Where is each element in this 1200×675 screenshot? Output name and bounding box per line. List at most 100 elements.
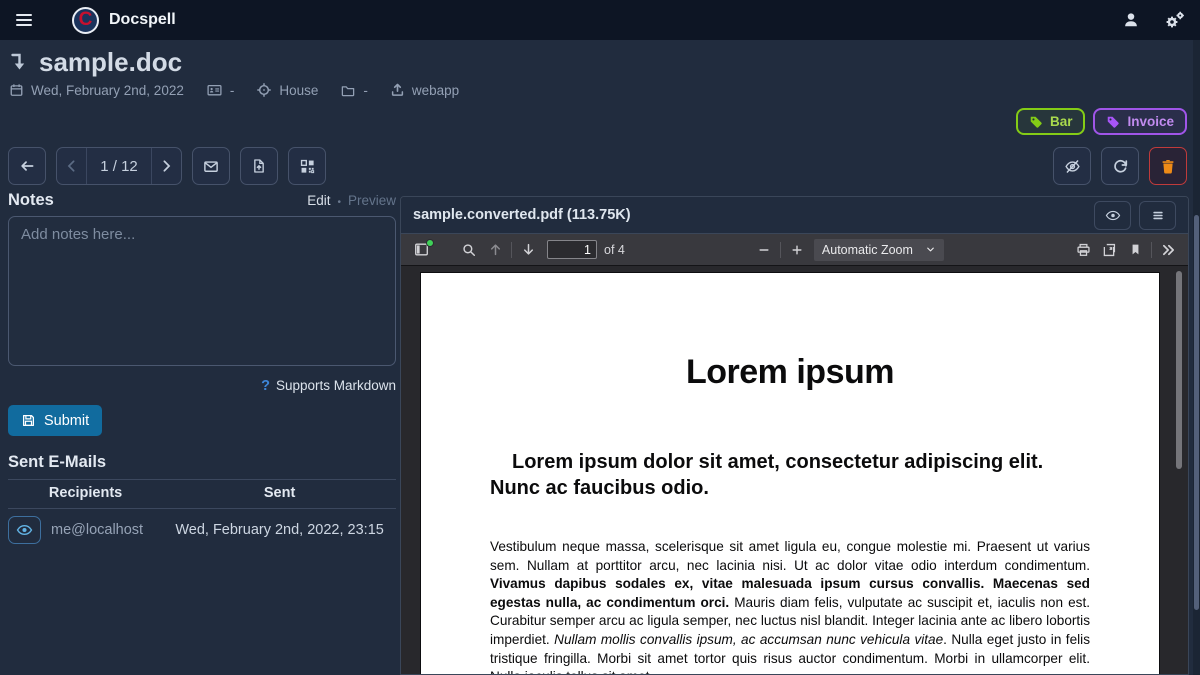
plus-icon [790, 243, 804, 257]
pdf-viewer-panel: sample.converted.pdf (113.75K) [400, 196, 1189, 675]
folder-icon [340, 83, 356, 98]
search-icon [461, 242, 477, 258]
crosshairs-icon [256, 82, 272, 98]
page-scrollbar-track[interactable] [1193, 40, 1200, 675]
eye-icon [1105, 209, 1121, 222]
docspell-app: C Docspell sample.d [0, 0, 1200, 675]
next-item-button[interactable] [151, 148, 181, 184]
pdf-panel-header: sample.converted.pdf (113.75K) [401, 197, 1188, 234]
chevron-down-icon [925, 244, 936, 255]
eye-icon [16, 523, 33, 537]
chevron-left-icon [67, 160, 76, 172]
sidebar-notification-dot [426, 239, 434, 247]
item-correspondent: - [206, 82, 235, 98]
para-italic-text: Nullam mollis convallis ipsum, ac accums… [554, 632, 943, 647]
tab-separator: • [337, 197, 341, 208]
save-icon [21, 413, 36, 428]
eye-slash-icon [1063, 158, 1082, 175]
app-logo[interactable]: C Docspell [72, 7, 176, 34]
pdf-doc-subtitle: Lorem ipsum dolor sit amet, consectetur … [490, 449, 1090, 501]
tag-icon [1106, 115, 1120, 129]
markdown-hint[interactable]: ?Supports Markdown [8, 378, 396, 394]
left-column: Notes Edit • Preview ?Supports Markdown … [8, 191, 396, 544]
zoom-out-button[interactable] [751, 237, 777, 263]
pdf-view-mode-button[interactable] [1094, 201, 1131, 230]
chevron-right-icon [162, 160, 171, 172]
navbar-actions [1122, 10, 1186, 30]
hide-preview-button[interactable] [1053, 147, 1091, 185]
toolbar-right [1053, 147, 1187, 185]
item-title-row: sample.doc [9, 47, 182, 78]
bookmark-button[interactable] [1122, 237, 1148, 263]
printer-icon [1075, 242, 1092, 258]
print-button[interactable] [1070, 237, 1096, 263]
submit-button[interactable]: Submit [8, 405, 102, 436]
app-name: Docspell [109, 11, 176, 29]
page-count-label: of 4 [604, 243, 625, 257]
pdf-scrollbar-thumb[interactable] [1176, 271, 1182, 469]
item-toolbar: 1 / 12 [8, 147, 1187, 185]
page-number-input[interactable] [547, 240, 597, 259]
notes-tabs: Edit • Preview [307, 193, 396, 208]
question-icon: ? [261, 378, 270, 394]
delete-button[interactable] [1149, 147, 1187, 185]
back-button[interactable] [8, 147, 46, 185]
user-icon[interactable] [1122, 11, 1140, 29]
zoom-in-button[interactable] [784, 237, 810, 263]
arrow-down-icon [521, 242, 536, 257]
sidebar-toggle-button[interactable] [408, 237, 434, 263]
sent-emails-heading: Sent E-Mails [8, 453, 396, 480]
view-mail-button[interactable] [8, 516, 41, 544]
settings-gears-icon[interactable] [1164, 10, 1186, 30]
file-arrow-up-icon [251, 157, 267, 175]
arrow-up-icon [488, 242, 503, 257]
arrow-left-icon [18, 158, 36, 174]
pdfjs-toolbar: of 4 Automatic Zoom [401, 234, 1188, 266]
notes-header: Notes Edit • Preview [8, 191, 396, 210]
more-tools-button[interactable] [1155, 237, 1181, 263]
mail-sent-date: Wed, February 2nd, 2022, 23:15 [163, 522, 396, 538]
sent-emails-table-header: Recipients Sent [8, 480, 396, 509]
tag-invoice[interactable]: Invoice [1093, 108, 1187, 135]
qr-code-button[interactable] [288, 147, 326, 185]
tab-preview[interactable]: Preview [348, 193, 396, 208]
pdf-content-area[interactable]: Lorem ipsum Lorem ipsum dolor sit amet, … [401, 266, 1188, 674]
send-mail-button[interactable] [192, 147, 230, 185]
item-pager: 1 / 12 [56, 147, 182, 185]
tag-icon [1029, 115, 1043, 129]
rotate-right-icon [1112, 158, 1129, 175]
zoom-level-select[interactable]: Automatic Zoom [814, 239, 944, 261]
table-row: me@localhost Wed, February 2nd, 2022, 23… [8, 516, 396, 544]
page-indicator: 1 / 12 [87, 148, 151, 184]
save-file-icon [1101, 242, 1117, 258]
pdf-doc-paragraph: Vestibulum neque massa, scelerisque sit … [490, 538, 1090, 674]
download-button[interactable] [1096, 237, 1122, 263]
pdf-page: Lorem ipsum Lorem ipsum dolor sit amet, … [420, 272, 1160, 674]
next-page-button[interactable] [515, 237, 541, 263]
notes-title: Notes [8, 191, 54, 210]
page-scrollbar-thumb[interactable] [1194, 215, 1199, 610]
bars-icon [1151, 209, 1165, 222]
find-button[interactable] [456, 237, 482, 263]
arrow-turn-down-icon [9, 52, 29, 74]
minus-icon [757, 243, 771, 257]
notes-input[interactable] [8, 216, 396, 366]
upload-file-button[interactable] [240, 147, 278, 185]
menu-hamburger-icon[interactable] [14, 5, 48, 35]
tag-bar[interactable]: Bar [1016, 108, 1086, 135]
chevron-double-right-icon [1160, 243, 1177, 257]
item-date: Wed, February 2nd, 2022 [9, 82, 184, 98]
previous-page-button[interactable] [482, 237, 508, 263]
para-text: Vestibulum neque massa, scelerisque sit … [490, 539, 1090, 573]
prev-item-button[interactable] [57, 148, 87, 184]
trash-icon [1160, 158, 1176, 175]
reprocess-button[interactable] [1101, 147, 1139, 185]
zoom-level-value: Automatic Zoom [822, 243, 913, 257]
pdf-header-buttons [1094, 201, 1176, 230]
pdf-filename: sample.converted.pdf (113.75K) [413, 207, 631, 223]
recipients-cell: me@localhost [8, 516, 163, 544]
tab-edit[interactable]: Edit [307, 193, 330, 208]
envelope-icon [202, 158, 220, 175]
pdf-menu-button[interactable] [1139, 201, 1176, 230]
calendar-icon [9, 82, 24, 98]
